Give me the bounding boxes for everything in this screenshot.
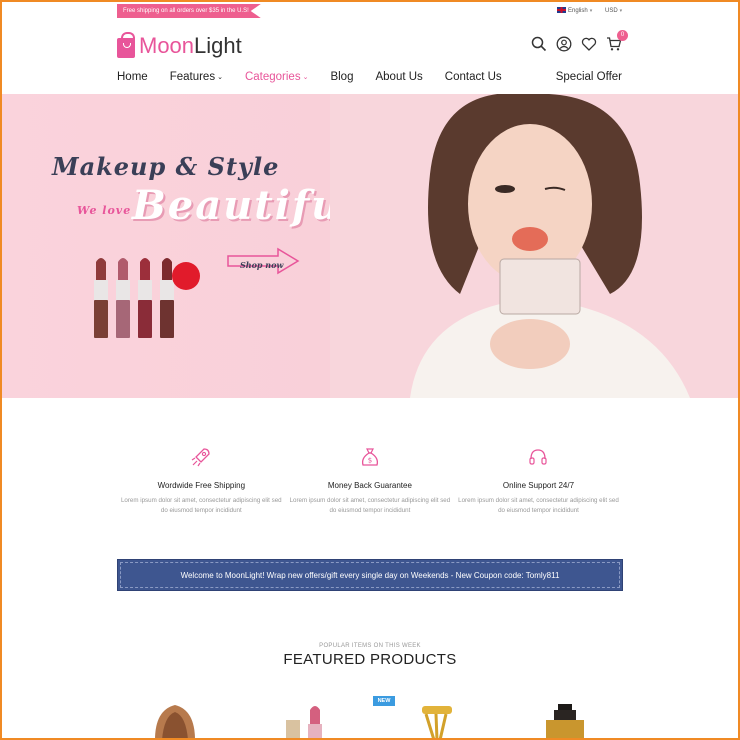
svg-text:$: $: [368, 457, 372, 465]
cart-icon[interactable]: 0: [606, 30, 628, 52]
currency-label: USD: [605, 8, 618, 14]
product-perfume-image[interactable]: [540, 700, 590, 740]
headphones-icon: [529, 449, 548, 465]
feature-description: Lorem ipsum dolor sit amet, consectetur …: [120, 497, 282, 514]
chevron-down-icon: ▾: [589, 8, 593, 14]
features-row: Wordwide Free Shipping Lorem ipsum dolor…: [117, 446, 623, 516]
chevron-down-icon: ⌄: [302, 74, 309, 81]
nav-contact-us[interactable]: Contact Us: [445, 71, 502, 83]
language-selector[interactable]: English ▾: [557, 6, 592, 16]
nav-home[interactable]: Home: [117, 71, 148, 83]
money-bag-icon: $: [361, 448, 378, 466]
feature-description: Lorem ipsum dolor sit amet, consectetur …: [289, 497, 451, 514]
rocket-icon: [191, 448, 210, 467]
chevron-down-icon: ▾: [619, 8, 623, 14]
section-kicker: POPULAR ITEMS ON THIS WEEK: [319, 643, 421, 649]
shop-now-button[interactable]: Shop now: [240, 260, 283, 270]
nav-categories[interactable]: Categories ⌄: [245, 71, 309, 83]
nav-label: Home: [117, 71, 148, 83]
header-actions: 0: [531, 30, 628, 52]
hero-banner[interactable]: Makeup & Style We love Beautiful Shop no…: [0, 94, 740, 398]
lipsticks-image: [94, 258, 200, 338]
feature-title: Wordwide Free Shipping: [157, 481, 246, 490]
product-brush-image[interactable]: [150, 700, 200, 740]
welcome-coupon-banner: Welcome to MoonLight! Wrap new offers/gi…: [117, 559, 623, 591]
hero-beautiful: Beautiful: [132, 182, 360, 229]
currency-selector[interactable]: USD ▾: [605, 6, 622, 16]
heart-icon[interactable]: [581, 36, 597, 52]
site-logo[interactable]: Moon Light: [117, 32, 242, 60]
language-label: English: [568, 8, 588, 14]
logo-text-light: Light: [194, 33, 242, 58]
product-lipstick-image[interactable]: [282, 700, 332, 740]
feature-item: Wordwide Free Shipping Lorem ipsum dolor…: [117, 446, 286, 516]
nav-special-offer[interactable]: Special Offer: [556, 71, 622, 83]
feature-item: $ Money Back Guarantee Lorem ipsum dolor…: [286, 446, 455, 516]
cart-count-badge: 0: [617, 30, 628, 41]
product-gold-brushes-image[interactable]: [412, 700, 462, 740]
feature-description: Lorem ipsum dolor sit amet, consectetur …: [458, 497, 619, 514]
feature-item: Online Support 24/7 Lorem ipsum dolor si…: [454, 446, 623, 516]
shopping-bag-logo-icon: [117, 32, 135, 58]
logo-text-moon: Moon: [139, 33, 195, 58]
nav-about-us[interactable]: About Us: [375, 71, 422, 83]
user-icon[interactable]: [556, 36, 572, 52]
nav-blog[interactable]: Blog: [330, 71, 353, 83]
chevron-down-icon: ⌄: [217, 74, 223, 81]
search-icon[interactable]: [531, 36, 547, 52]
free-shipping-ribbon: Free shipping on all orders over $35 in …: [117, 4, 261, 18]
model-photo: [330, 94, 740, 398]
nav-label: Contact Us: [444, 71, 502, 83]
main-nav: Home Features ⌄ Categories ⌄ Blog About Us…: [117, 71, 524, 83]
feature-title: Money Back Guarantee: [327, 481, 412, 490]
nav-label: Blog: [330, 71, 354, 83]
hero-we-love: We love: [77, 204, 132, 217]
nav-features[interactable]: Features ⌄: [170, 71, 223, 83]
nav-label: About Us: [375, 71, 423, 83]
hero-title: Makeup & Style: [52, 152, 280, 181]
nav-label: Features: [169, 71, 216, 83]
nav-label: Categories: [244, 71, 301, 83]
new-badge: NEW: [373, 696, 395, 706]
feature-title: Online Support 24/7: [502, 481, 575, 490]
uk-flag-icon: [557, 7, 566, 13]
section-title: FEATURED PRODUCTS: [283, 651, 457, 668]
